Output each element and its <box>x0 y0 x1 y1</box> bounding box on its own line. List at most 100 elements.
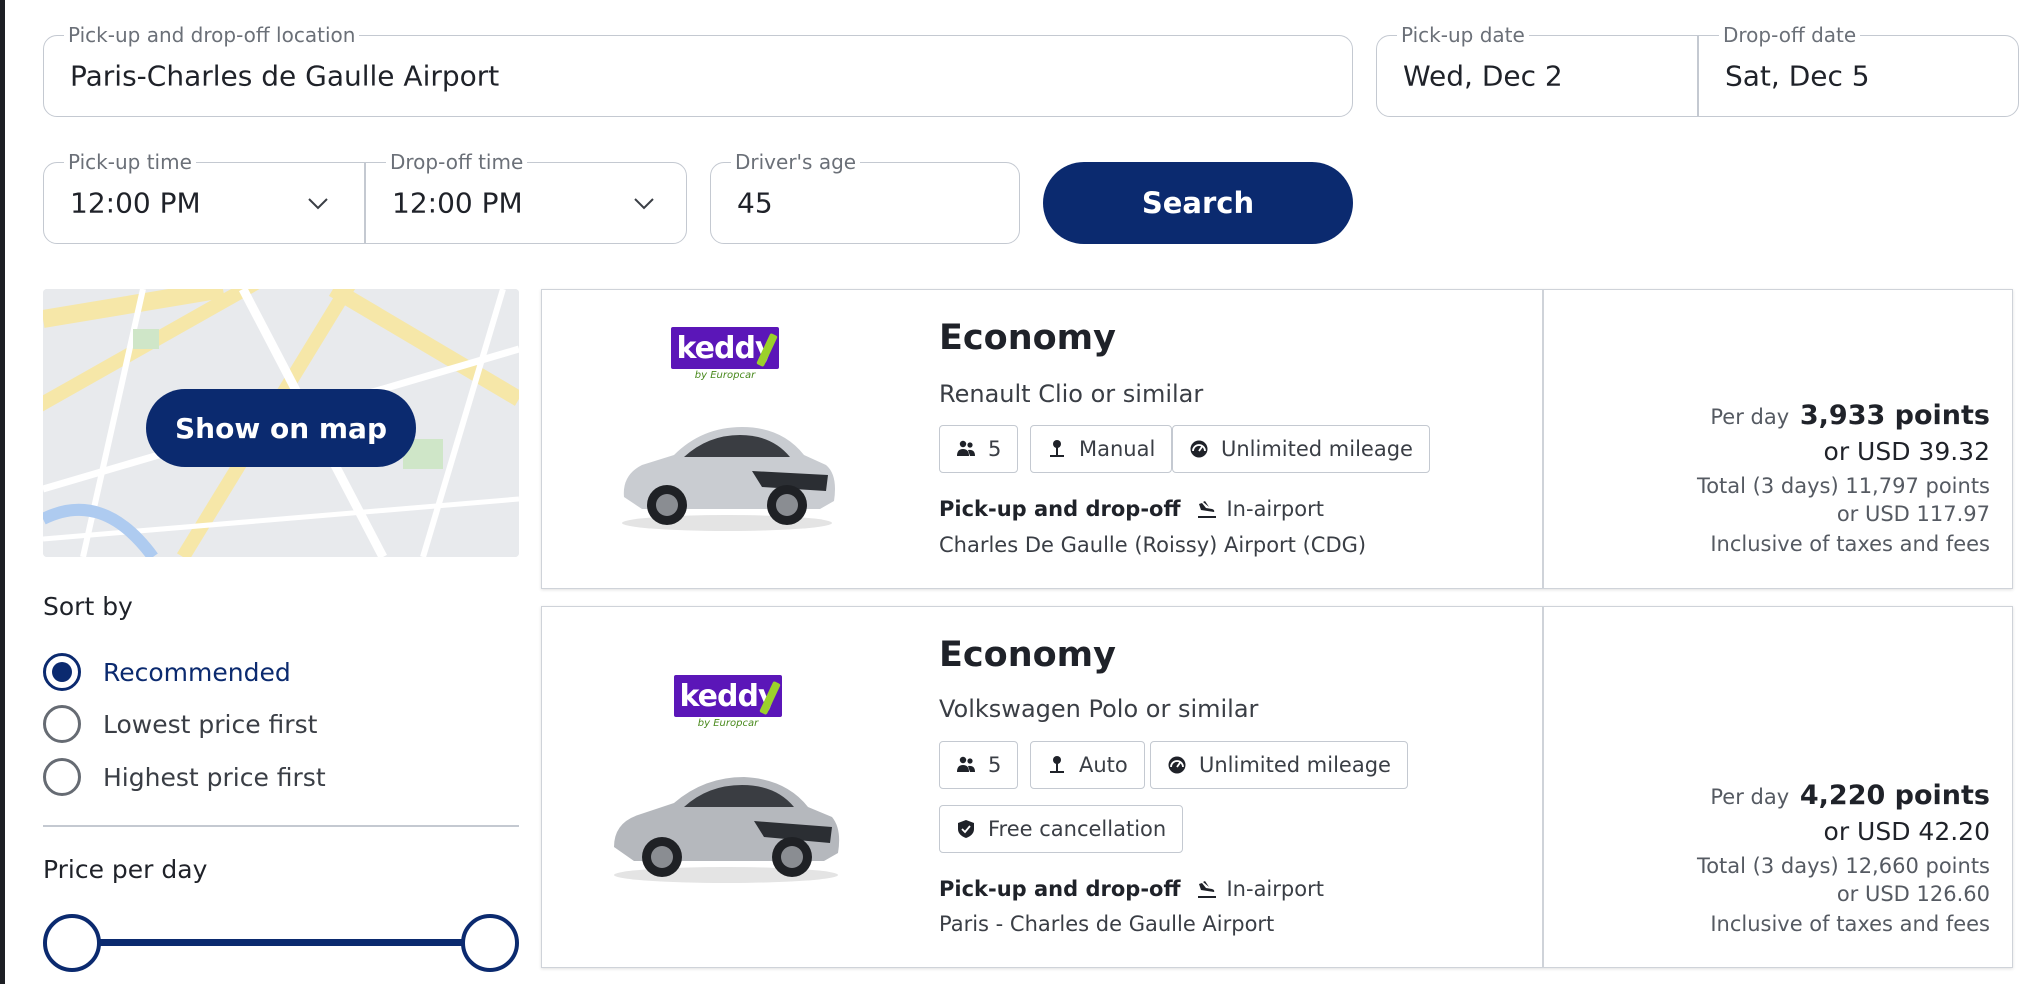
pickup-date-label: Pick-up date <box>1397 23 1529 47</box>
pickup-label: Pick-up and drop-off <box>939 877 1181 901</box>
speedometer-icon <box>1190 440 1208 458</box>
total-points: Total (3 days) 11,797 points <box>1696 474 1990 498</box>
dropoff-time-label: Drop-off time <box>386 150 528 174</box>
radio-button[interactable] <box>43 653 81 691</box>
feature-label: Manual <box>1079 437 1156 461</box>
location-label: Pick-up and drop-off location <box>64 23 360 47</box>
sort-option-highest-price[interactable]: Highest price first <box>43 758 326 796</box>
date-range-field[interactable]: Pick-up date Wed, Dec 2 Drop-off date Sa… <box>1376 23 2019 117</box>
pickup-type: In-airport <box>1226 877 1324 901</box>
gearshift-icon <box>1050 756 1064 773</box>
feature-label: Free cancellation <box>988 817 1167 841</box>
sort-option-lowest-price[interactable]: Lowest price first <box>43 705 317 743</box>
time-divider <box>364 163 366 243</box>
drivers-age-field[interactable]: Driver's age 45 <box>710 150 1020 244</box>
per-day-price: Per day 4,220 points <box>1697 780 1990 811</box>
car-image <box>614 777 840 883</box>
total-usd: or USD 126.60 <box>1836 882 1990 906</box>
logo-subtext: by Europcar <box>697 718 759 729</box>
feature-mileage: Unlimited mileage <box>1172 425 1430 473</box>
inclusive-note: Inclusive of taxes and fees <box>1710 912 1990 936</box>
pickup-date-input[interactable]: Wed, Dec 2 <box>1403 60 1563 93</box>
map-preview[interactable]: Show on map <box>43 289 519 557</box>
window-edge <box>0 0 5 984</box>
car-class-title: Economy <box>939 635 1116 675</box>
chevron-down-icon[interactable] <box>632 191 656 215</box>
pickup-location: Charles De Gaulle (Roissy) Airport (CDG) <box>939 533 1367 557</box>
dropoff-date-input[interactable]: Sat, Dec 5 <box>1725 60 1870 93</box>
logo-subtext: by Europcar <box>694 370 756 381</box>
keddy-logo: keddy by Europcar <box>671 327 779 381</box>
drivers-age-input[interactable]: 45 <box>737 187 773 220</box>
feature-passengers: 5 <box>939 741 1019 789</box>
sort-option-recommended[interactable]: Recommended <box>43 653 291 691</box>
dropoff-time-select[interactable]: 12:00 PM <box>392 187 523 220</box>
pickup-type: In-airport <box>1226 497 1324 521</box>
per-day-price: Per day 3,933 points <box>1697 400 1990 431</box>
price-slider-max-handle[interactable] <box>461 914 519 972</box>
radio-button[interactable] <box>43 705 81 743</box>
card-divider <box>1542 290 1544 588</box>
pickup-info: Pick-up and drop-off In-airport <box>939 497 1324 521</box>
location-input[interactable]: Paris-Charles de Gaulle Airport <box>70 60 499 93</box>
card-divider <box>1542 607 1544 967</box>
feature-label: 5 <box>988 753 1002 777</box>
passengers-icon <box>957 756 975 772</box>
per-day-label: Per day <box>1710 405 1790 429</box>
sort-option-label: Highest price first <box>103 762 326 792</box>
price-summary: Per day 4,220 points or USD 42.20 Total … <box>1697 780 1990 936</box>
feature-mileage: Unlimited mileage <box>1150 741 1408 789</box>
car-model: Volkswagen Polo or similar <box>939 695 1259 723</box>
result-card[interactable]: keddy by Europcar Economy Renault Clio o… <box>541 289 2013 589</box>
per-day-usd: or USD 42.20 <box>1823 817 1990 846</box>
date-divider <box>1697 36 1699 116</box>
inclusive-note: Inclusive of taxes and fees <box>1710 532 1990 556</box>
gearshift-icon <box>1050 440 1064 457</box>
pickup-info: Pick-up and drop-off In-airport <box>939 877 1324 901</box>
sort-option-label: Lowest price first <box>103 709 318 739</box>
airplane-landing-icon <box>1198 881 1217 898</box>
shield-icon <box>958 820 974 838</box>
passengers-icon <box>957 440 975 456</box>
dropoff-date-label: Drop-off date <box>1719 23 1861 47</box>
result-card[interactable]: keddy by Europcar Economy Volkswagen Pol… <box>541 606 2013 968</box>
pickup-time-label: Pick-up time <box>64 150 196 174</box>
per-day-usd: or USD 39.32 <box>1823 437 1990 466</box>
sort-option-label: Recommended <box>103 657 291 687</box>
price-per-day-heading: Price per day <box>43 855 208 884</box>
price-slider-track[interactable] <box>72 939 490 946</box>
feature-label: Unlimited mileage <box>1199 753 1391 777</box>
feature-transmission: Auto <box>1030 741 1145 789</box>
pickup-location: Paris - Charles de Gaulle Airport <box>939 912 1275 936</box>
sort-heading: Sort by <box>43 592 133 621</box>
pickup-time-select[interactable]: 12:00 PM <box>70 187 201 220</box>
airplane-landing-icon <box>1198 501 1217 518</box>
location-field[interactable]: Pick-up and drop-off location Paris-Char… <box>43 23 1353 117</box>
sidebar-divider <box>43 825 519 827</box>
car-model: Renault Clio or similar <box>939 380 1204 408</box>
car-image <box>622 427 835 531</box>
search-button[interactable]: Search <box>1043 162 1353 244</box>
time-range-field[interactable]: Pick-up time 12:00 PM Drop-off time 12:0… <box>43 150 687 244</box>
show-on-map-button[interactable]: Show on map <box>146 389 416 467</box>
per-day-label: Per day <box>1710 785 1790 809</box>
feature-transmission: Manual <box>1030 425 1173 473</box>
feature-label: Auto <box>1079 753 1128 777</box>
per-day-points: 4,220 points <box>1799 780 1990 811</box>
feature-label: Unlimited mileage <box>1221 437 1413 461</box>
chevron-down-icon[interactable] <box>306 191 330 215</box>
total-points: Total (3 days) 12,660 points <box>1696 854 1990 878</box>
speedometer-icon <box>1168 756 1186 774</box>
price-slider-min-handle[interactable] <box>43 914 101 972</box>
pickup-label: Pick-up and drop-off <box>939 497 1181 521</box>
keddy-logo: keddy by Europcar <box>674 675 782 729</box>
price-summary: Per day 3,933 points or USD 39.32 Total … <box>1697 400 1990 556</box>
drivers-age-label: Driver's age <box>731 150 861 174</box>
car-class-title: Economy <box>939 318 1116 358</box>
radio-button[interactable] <box>43 758 81 796</box>
total-usd: or USD 117.97 <box>1836 502 1990 526</box>
feature-free-cancellation: Free cancellation <box>939 805 1184 853</box>
feature-passengers: 5 <box>939 425 1019 473</box>
per-day-points: 3,933 points <box>1799 400 1990 431</box>
feature-label: 5 <box>988 437 1002 461</box>
